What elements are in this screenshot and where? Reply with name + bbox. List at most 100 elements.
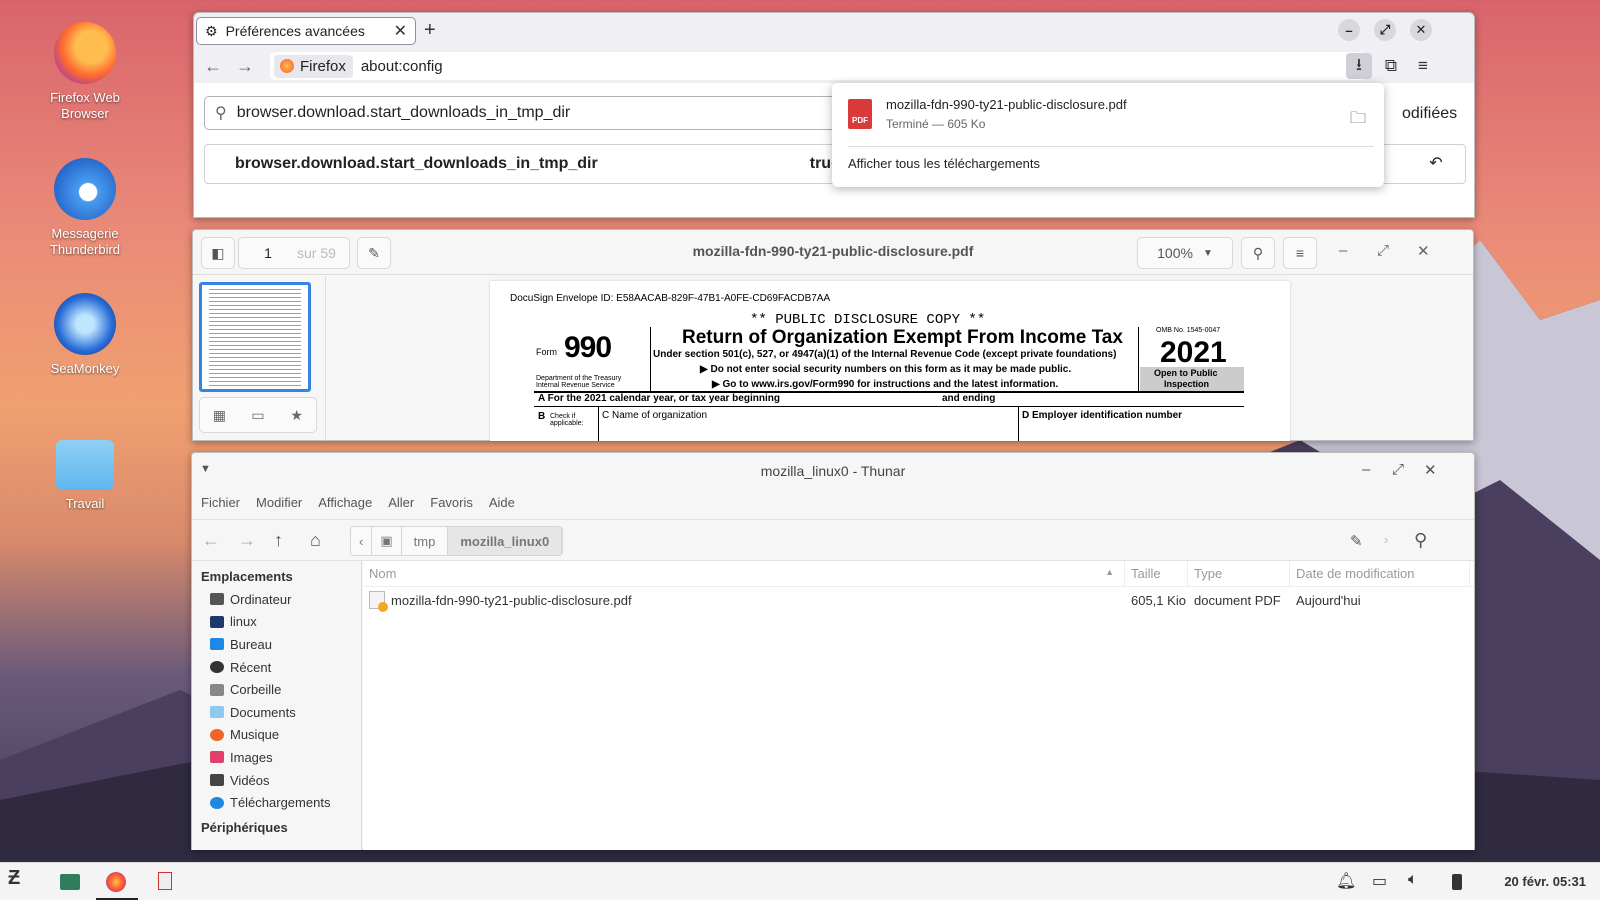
row-c: C Name of organization (602, 410, 708, 421)
place-videos[interactable]: Vidéos (192, 769, 361, 792)
downloads-icon[interactable]: ⭳ (1346, 53, 1372, 79)
download-item[interactable]: PDF mozilla-fdn-990-ty21-public-disclosu… (848, 95, 1127, 131)
zoom-dropdown[interactable]: 100% ▼ (1137, 237, 1233, 269)
bookmarks-star-icon[interactable]: ★ (277, 398, 316, 432)
menu-icon[interactable]: ≡ (1410, 53, 1436, 79)
search-icon[interactable]: ⚲ (1241, 237, 1275, 269)
breadcrumb-right-arrow[interactable]: › (1384, 532, 1388, 547)
pref-name: browser.download.start_downloads_in_tmp_… (235, 155, 598, 172)
display-icon[interactable]: ▭ (1372, 871, 1387, 891)
open-folder-icon[interactable]: 🗀 (1350, 107, 1366, 134)
place-images[interactable]: Images (192, 746, 361, 769)
annotations-icon[interactable]: ▭ (239, 398, 278, 432)
menu-favoris[interactable]: Favoris (430, 495, 473, 510)
breadcrumb-mozilla-linux0[interactable]: mozilla_linux0 (448, 527, 563, 555)
row-a-ending: and ending (942, 393, 996, 404)
zorin-menu-icon[interactable]: Ƶ (8, 867, 20, 890)
column-date[interactable]: Date de modification (1290, 561, 1470, 586)
place-musique[interactable]: Musique (192, 724, 361, 747)
reset-icon[interactable]: ↶ (1422, 149, 1450, 177)
forward-button[interactable]: → (238, 530, 256, 551)
menu-fichier[interactable]: Fichier (201, 495, 240, 510)
column-label: Date de modification (1296, 566, 1415, 581)
desktop-firefox[interactable]: Firefox Web Browser (30, 22, 140, 122)
notifications-bell-icon[interactable]: 🔔︎ (1336, 871, 1356, 891)
close-tab-icon[interactable]: ✕ (394, 21, 407, 41)
place-documents[interactable]: Documents (192, 701, 361, 724)
menu-aller[interactable]: Aller (388, 495, 414, 510)
divider (1138, 327, 1139, 391)
files-app-icon[interactable] (60, 874, 80, 890)
place-ordinateur[interactable]: Ordinateur (192, 588, 361, 611)
back-button[interactable]: ← (202, 530, 220, 551)
download-status: Terminé — 605 Ko (886, 117, 986, 131)
url-bar[interactable]: Firefox about:config (270, 52, 1366, 80)
search-icon[interactable]: ⚲ (1414, 530, 1427, 551)
minimize-button[interactable]: – (1338, 19, 1360, 41)
desktop-icon-label: SeaMonkey (50, 361, 120, 376)
drive-icon[interactable]: ▣ (372, 527, 402, 555)
search-input[interactable]: ⚲ browser.download.start_downloads_in_tm… (204, 96, 864, 130)
breadcrumb-left-arrow[interactable]: ‹ (351, 527, 373, 555)
thumbnail-sidebar: ▦ ▭ ★ (193, 276, 326, 441)
place-bureau[interactable]: Bureau (192, 633, 361, 656)
maximize-button[interactable]: ⤢ (1374, 19, 1396, 41)
menu-modifier[interactable]: Modifier (256, 495, 302, 510)
forward-button[interactable]: → (236, 56, 254, 77)
place-linux[interactable]: linux (192, 611, 361, 634)
column-label: Type (1194, 566, 1223, 581)
place-label: Bureau (230, 636, 272, 652)
tab-advanced-preferences[interactable]: ⚙ Préférences avancées ✕ (196, 17, 416, 45)
minimize-button[interactable]: – (1339, 242, 1347, 259)
sidebar-tabs: ▦ ▭ ★ (199, 397, 317, 433)
clock[interactable]: 20 févr. 05:31 (1504, 874, 1586, 889)
show-all-downloads[interactable]: Afficher tous les téléchargements (848, 156, 1040, 171)
new-tab-button[interactable]: + (424, 19, 436, 42)
maximize-button[interactable]: ⤢ (1377, 242, 1389, 259)
extensions-icon[interactable]: ⧉ (1378, 53, 1404, 79)
desktop-thunderbird[interactable]: Messagerie Thunderbird (30, 158, 140, 258)
place-label: Images (230, 749, 273, 765)
column-headers: Nom ▲ Taille Type Date de modification (363, 561, 1474, 587)
minimize-button[interactable]: – (1362, 461, 1370, 478)
seamonkey-icon (54, 293, 116, 355)
home-icon[interactable]: ⌂ (310, 530, 321, 551)
menu-affichage[interactable]: Affichage (318, 495, 372, 510)
maximize-button[interactable]: ⤢ (1392, 461, 1404, 478)
desktop-seamonkey[interactable]: SeaMonkey (30, 293, 140, 377)
divider (1018, 406, 1019, 441)
document-viewer-icon[interactable] (158, 872, 172, 890)
close-button[interactable]: ✕ (1410, 19, 1432, 41)
search-value: browser.download.start_downloads_in_tmp_… (236, 104, 571, 121)
file-list: Nom ▲ Taille Type Date de modification mo… (363, 561, 1474, 850)
menu-aide[interactable]: Aide (489, 495, 515, 510)
close-button[interactable]: ✕ (1417, 242, 1430, 260)
desktop-folder-travail[interactable]: Travail (30, 432, 140, 512)
volume-icon[interactable]: 🔈︎ (1408, 871, 1418, 889)
video-icon (210, 774, 224, 787)
place-corbeille[interactable]: Corbeille (192, 678, 361, 701)
up-button[interactable]: ↑ (274, 530, 283, 551)
page-thumbnail[interactable] (199, 282, 311, 392)
place-telechargements[interactable]: Téléchargements (192, 791, 361, 814)
place-recent[interactable]: Récent (192, 656, 361, 679)
column-nom[interactable]: Nom ▲ (363, 561, 1125, 586)
menu-icon[interactable]: ≡ (1283, 237, 1317, 269)
column-taille[interactable]: Taille (1125, 561, 1188, 586)
table-row[interactable]: mozilla-fdn-990-ty21-public-disclosure.p… (363, 587, 1474, 613)
download-icon (210, 796, 224, 809)
identity-chip[interactable]: Firefox (274, 54, 353, 78)
edit-location-pencil-icon[interactable]: ✎ (1350, 532, 1363, 550)
image-icon (210, 751, 224, 764)
close-button[interactable]: ✕ (1424, 461, 1437, 479)
battery-icon[interactable] (1452, 874, 1462, 890)
breadcrumb-tmp[interactable]: tmp (402, 527, 449, 555)
back-button[interactable]: ← (204, 56, 222, 77)
column-type[interactable]: Type (1188, 561, 1290, 586)
show-modified-label[interactable]: odifiées (1402, 105, 1457, 123)
firefox-window: ⚙ Préférences avancées ✕ + – ⤢ ✕ ← → Fir… (193, 12, 1475, 218)
thumbnails-icon[interactable]: ▦ (200, 398, 239, 432)
divider (650, 327, 651, 391)
firefox-taskbar-icon[interactable] (106, 872, 126, 892)
form-label: Form (536, 347, 557, 357)
